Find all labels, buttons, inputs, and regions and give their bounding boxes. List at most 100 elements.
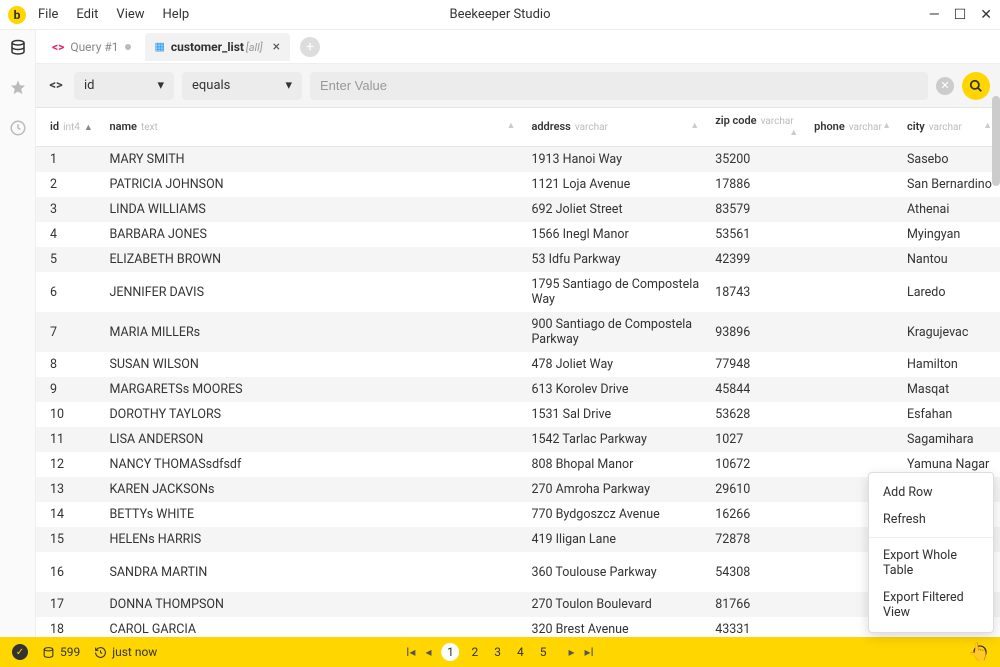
cell-zip[interactable]: 81766 (707, 592, 806, 617)
menu-export-filtered-view[interactable]: Export Filtered View (869, 584, 993, 626)
run-filter-button[interactable] (962, 72, 990, 100)
table-row[interactable]: 2PATRICIA JOHNSON1121 Loja Avenue17886Sa… (36, 172, 1000, 197)
cell-zip[interactable]: 1027 (707, 427, 806, 452)
cell-address[interactable]: 53 Idfu Parkway (523, 247, 707, 272)
cell-name[interactable]: CAROL GARCIA (101, 617, 523, 637)
cell-zip[interactable]: 16266 (707, 502, 806, 527)
table-row[interactable]: 17DONNA THOMPSON270 Toulon Boulevard8176… (36, 592, 1000, 617)
clear-filter-button[interactable]: ✕ (936, 77, 954, 95)
menu-refresh[interactable]: Refresh (869, 506, 993, 533)
cell-city[interactable]: Sasebo (899, 147, 1000, 173)
cell-zip[interactable]: 42399 (707, 247, 806, 272)
cell-name[interactable]: PATRICIA JOHNSON (101, 172, 523, 197)
cell-address[interactable]: 692 Joliet Street (523, 197, 707, 222)
cell-phone[interactable] (806, 427, 899, 452)
cell-city[interactable]: Laredo (899, 272, 1000, 312)
table-row[interactable]: 15HELENs HARRIS419 Iligan Lane72878Bhopa… (36, 527, 1000, 552)
cell-id[interactable]: 17 (36, 592, 101, 617)
prev-page-button[interactable]: ◂ (425, 645, 431, 659)
vertical-scrollbar[interactable] (992, 96, 1000, 186)
cell-name[interactable]: LINDA WILLIAMS (101, 197, 523, 222)
page-4[interactable]: 4 (513, 643, 528, 661)
cell-id[interactable]: 13 (36, 477, 101, 502)
cell-zip[interactable]: 17886 (707, 172, 806, 197)
cell-address[interactable]: 270 Amroha Parkway (523, 477, 707, 502)
table-actions-button[interactable] (972, 644, 988, 660)
favorites-icon[interactable] (8, 78, 28, 98)
cell-address[interactable]: 1542 Tarlac Parkway (523, 427, 707, 452)
column-header-name[interactable]: nametext▲ (101, 108, 523, 147)
cell-name[interactable]: MARY SMITH (101, 147, 523, 173)
column-header-id[interactable]: idint4▲ (36, 108, 101, 147)
table-row[interactable]: 9MARGARETSs MOORES613 Korolev Drive45844… (36, 377, 1000, 402)
cell-name[interactable]: JENNIFER DAVIS (101, 272, 523, 312)
menu-file[interactable]: File (38, 7, 58, 22)
cell-phone[interactable] (806, 402, 899, 427)
cell-city[interactable]: Sagamihara (899, 427, 1000, 452)
column-header-phone[interactable]: phonevarchar▲ (806, 108, 899, 147)
cell-zip[interactable]: 77948 (707, 352, 806, 377)
cell-address[interactable]: 900 Santiago de Compostela Parkway (523, 312, 707, 352)
cell-phone[interactable] (806, 222, 899, 247)
cell-city[interactable]: Masqat (899, 377, 1000, 402)
cell-address[interactable]: 419 Iligan Lane (523, 527, 707, 552)
cell-phone[interactable] (806, 272, 899, 312)
cell-address[interactable]: 1913 Hanoi Way (523, 147, 707, 173)
cell-zip[interactable]: 83579 (707, 197, 806, 222)
cell-id[interactable]: 4 (36, 222, 101, 247)
cell-phone[interactable] (806, 377, 899, 402)
database-icon[interactable] (8, 38, 28, 58)
next-page-button[interactable]: ▸ (569, 645, 575, 659)
cell-address[interactable]: 320 Brest Avenue (523, 617, 707, 637)
cell-name[interactable]: DONNA THOMPSON (101, 592, 523, 617)
cell-city[interactable]: Myingyan (899, 222, 1000, 247)
cell-address[interactable]: 808 Bhopal Manor (523, 452, 707, 477)
cell-zip[interactable]: 43331 (707, 617, 806, 637)
cell-name[interactable]: SANDRA MARTIN (101, 552, 523, 592)
menu-add-row[interactable]: Add Row (869, 479, 993, 506)
code-toggle-icon[interactable]: <> (46, 76, 66, 96)
menu-export-whole-table[interactable]: Export Whole Table (869, 542, 993, 584)
table-row[interactable]: 10DOROTHY TAYLORS1531 Sal Drive53628Esfa… (36, 402, 1000, 427)
cell-city[interactable]: Athenai (899, 197, 1000, 222)
table-row[interactable]: 4BARBARA JONES1566 Inegl Manor53561Mying… (36, 222, 1000, 247)
filter-column-dropdown[interactable]: id ▾ (74, 72, 174, 100)
tab-customer-list[interactable]: ▦ customer_list[all] × (145, 33, 291, 61)
table-row[interactable]: 12NANCY THOMASsdfsdf808 Bhopal Manor1067… (36, 452, 1000, 477)
cell-city[interactable]: Esfahan (899, 402, 1000, 427)
cell-id[interactable]: 7 (36, 312, 101, 352)
menu-view[interactable]: View (116, 7, 144, 22)
cell-id[interactable]: 5 (36, 247, 101, 272)
table-row[interactable]: 18CAROL GARCIA320 Brest Avenue43331 (36, 617, 1000, 637)
cell-name[interactable]: BETTYs WHITE (101, 502, 523, 527)
cell-id[interactable]: 14 (36, 502, 101, 527)
cell-id[interactable]: 1 (36, 147, 101, 173)
table-row[interactable]: 7MARIA MILLERs900 Santiago de Compostela… (36, 312, 1000, 352)
table-row[interactable]: 16SANDRA MARTIN360 Toulouse Parkway54308… (36, 552, 1000, 592)
cell-phone[interactable] (806, 197, 899, 222)
cell-phone[interactable] (806, 312, 899, 352)
cell-phone[interactable] (806, 247, 899, 272)
cell-id[interactable]: 10 (36, 402, 101, 427)
cell-name[interactable]: NANCY THOMASsdfsdf (101, 452, 523, 477)
cell-name[interactable]: LISA ANDERSON (101, 427, 523, 452)
table-row[interactable]: 11LISA ANDERSON1542 Tarlac Parkway1027 Sa… (36, 427, 1000, 452)
cell-address[interactable]: 360 Toulouse Parkway (523, 552, 707, 592)
cell-city[interactable]: Kragujevac (899, 312, 1000, 352)
cell-zip[interactable]: 18743 (707, 272, 806, 312)
cell-zip[interactable]: 53561 (707, 222, 806, 247)
column-header-city[interactable]: cityvarchar▲ (899, 108, 1000, 147)
cell-zip[interactable]: 53628 (707, 402, 806, 427)
cell-address[interactable]: 270 Toulon Boulevard (523, 592, 707, 617)
table-row[interactable]: 13KAREN JACKSONs270 Amroha Parkway29610O… (36, 477, 1000, 502)
cell-address[interactable]: 478 Joliet Way (523, 352, 707, 377)
maximize-button[interactable]: ☐ (954, 7, 967, 23)
cell-id[interactable]: 9 (36, 377, 101, 402)
table-row[interactable]: 1MARY SMITH1913 Hanoi Way35200Sasebo (36, 147, 1000, 173)
cell-zip[interactable]: 10672 (707, 452, 806, 477)
cell-id[interactable]: 11 (36, 427, 101, 452)
page-5[interactable]: 5 (536, 643, 551, 661)
menu-help[interactable]: Help (163, 7, 190, 22)
column-header-address[interactable]: addressvarchar▲ (523, 108, 707, 147)
cell-id[interactable]: 18 (36, 617, 101, 637)
